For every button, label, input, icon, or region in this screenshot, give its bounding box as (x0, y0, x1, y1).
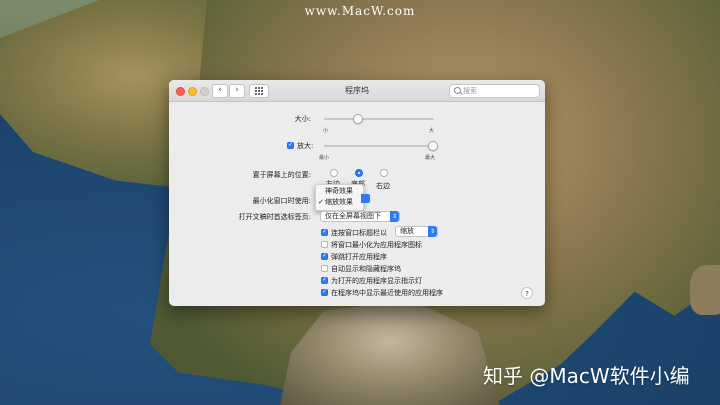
animate-opening-apps-checkbox[interactable] (321, 252, 328, 260)
position-left-radio[interactable] (330, 169, 338, 177)
minimize-into-app-icon-label: 将窗口最小化为应用程序图标 (331, 241, 422, 249)
minimize-effect-label: 最小化窗口时使用: (252, 197, 311, 205)
search-field[interactable]: 搜索 (449, 84, 540, 98)
size-max-label: 大 (429, 128, 435, 134)
search-placeholder: 搜索 (463, 87, 477, 95)
double-click-title-bar-label: 连按窗口标题栏以 (331, 229, 387, 237)
title-bar[interactable]: ‹ › 程序坞 搜索 (169, 80, 545, 102)
auto-hide-dock-checkbox[interactable] (321, 265, 328, 272)
minimize-effect-menu[interactable]: 神奇效果 ✓ 缩放效果 (315, 184, 364, 211)
top-watermark: www.MacW.com (304, 4, 416, 18)
search-icon (454, 87, 461, 94)
magnification-max-label: 最大 (425, 155, 436, 161)
double-click-action-popup[interactable]: 缩放 ⇕ (395, 226, 438, 237)
prefer-tabs-label: 打开文稿时首选标签页: (238, 213, 311, 221)
size-slider-knob[interactable] (353, 114, 363, 124)
help-button[interactable]: ? (521, 287, 533, 299)
minimize-into-app-icon-checkbox[interactable] (321, 241, 328, 248)
show-indicators-label: 为打开的应用程序显示指示灯 (331, 277, 422, 285)
prefer-tabs-value: 仅在全屏幕视图下 (325, 212, 381, 220)
checkmark-icon: ✓ (318, 198, 324, 206)
show-recent-apps-label: 在程序坞中显示最近使用的应用程序 (331, 289, 443, 297)
position-right-label: 右边 (376, 182, 390, 190)
magnification-slider[interactable] (324, 145, 434, 147)
magnification-min-label: 最小 (319, 155, 330, 161)
menu-item-scale-label: 缩放效果 (325, 198, 353, 206)
animate-opening-apps-label: 弹跳打开应用程序 (331, 253, 387, 261)
position-bottom-radio[interactable] (355, 169, 363, 177)
position-right-radio[interactable] (380, 169, 388, 177)
auto-hide-dock-label: 自动显示和隐藏程序坞 (331, 265, 401, 273)
minimize-popup-arrow[interactable] (361, 194, 370, 203)
show-indicators-checkbox[interactable] (321, 276, 328, 284)
menu-item-scale[interactable]: ✓ 缩放效果 (316, 197, 363, 208)
double-click-title-bar-checkbox[interactable] (321, 228, 328, 236)
popup-chevron-icon: ⇕ (390, 211, 399, 222)
prefer-tabs-popup[interactable]: 仅在全屏幕视图下 ⇕ (320, 211, 400, 222)
menu-item-genie-label: 神奇效果 (325, 187, 353, 195)
menu-item-genie[interactable]: 神奇效果 (316, 186, 363, 197)
size-min-label: 小 (323, 128, 329, 134)
popup-chevron-icon: ⇕ (428, 226, 437, 237)
double-click-action-value: 缩放 (400, 227, 414, 235)
position-label: 置于屏幕上的位置: (252, 171, 311, 179)
dock-preferences-window: ‹ › 程序坞 搜索 大小: 小 大 放大: 最小 最大 置于屏幕上的位置: 左… (169, 80, 545, 306)
show-recent-apps-checkbox[interactable] (321, 288, 328, 296)
bottom-watermark: 知乎 @MacW软件小编 (483, 364, 690, 388)
magnification-slider-knob[interactable] (428, 141, 438, 151)
size-label: 大小: (294, 115, 311, 123)
size-slider[interactable] (324, 118, 434, 120)
magnification-label: 放大: (297, 142, 314, 150)
wallpaper-right-rock (690, 265, 720, 315)
magnification-checkbox[interactable] (287, 141, 294, 149)
